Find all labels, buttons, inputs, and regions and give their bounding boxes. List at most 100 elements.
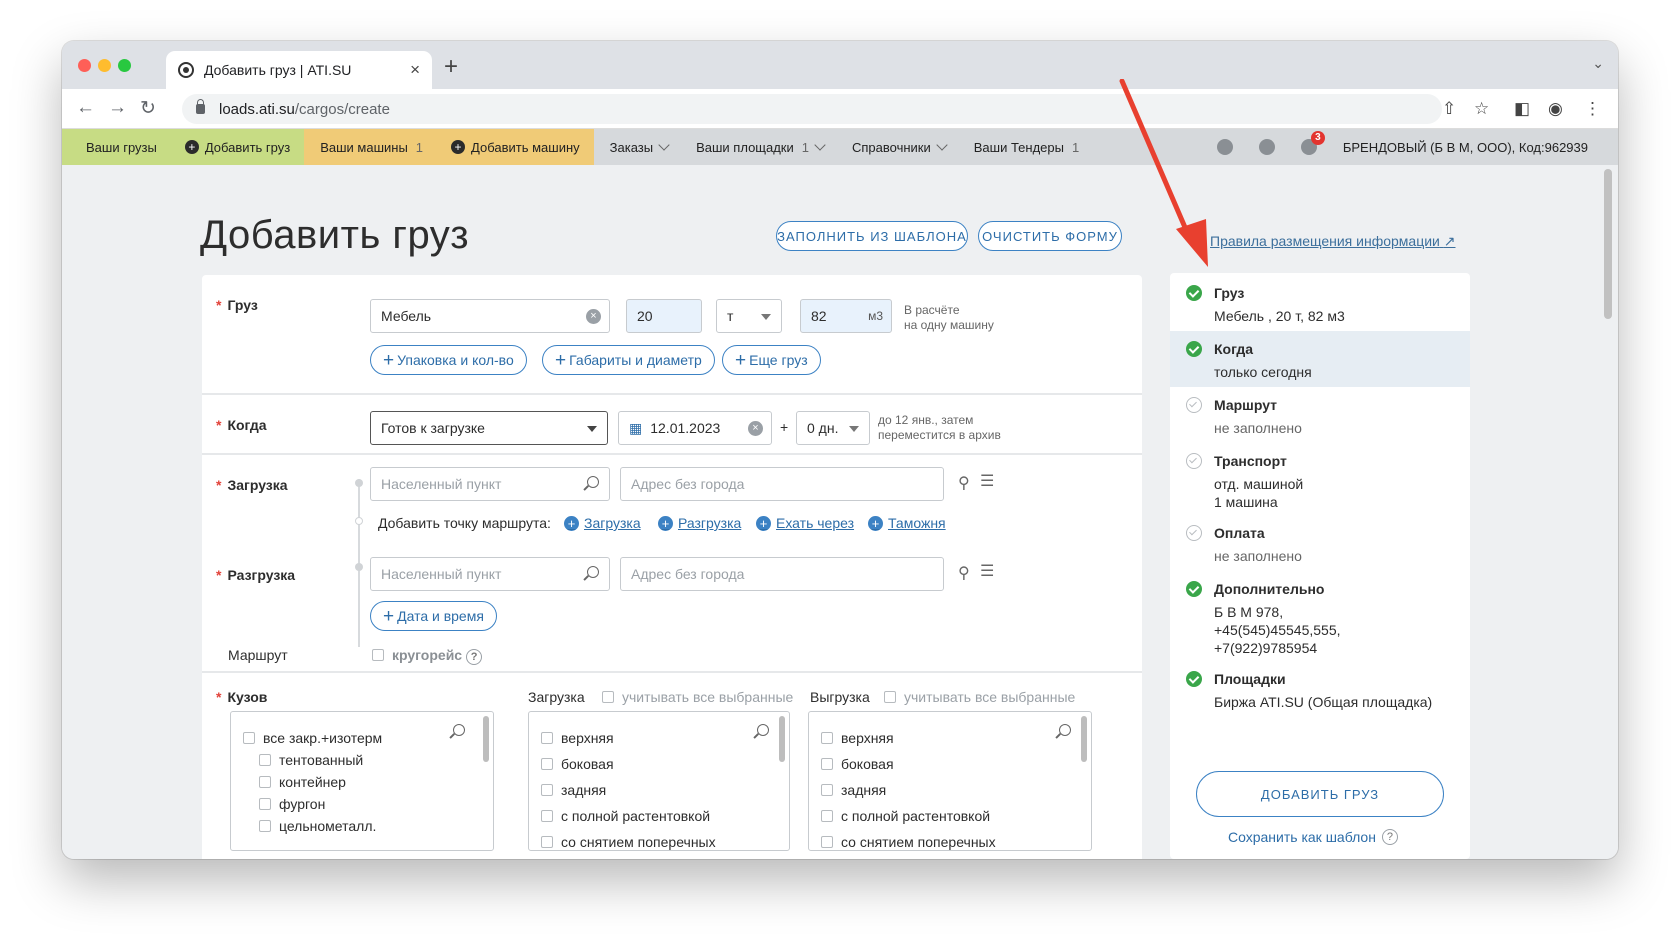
list-item[interactable]: все закр.+изотерм	[243, 730, 382, 746]
list-item[interactable]: тентованный	[259, 752, 363, 768]
tab-close-icon[interactable]: ×	[410, 60, 420, 80]
search-icon[interactable]	[1059, 724, 1071, 736]
list-scrollbar[interactable]	[779, 716, 785, 762]
fill-from-template-button[interactable]: ЗАПОЛНИТЬ ИЗ ШАБЛОНА	[776, 221, 968, 251]
list-item[interactable]: верхняя	[541, 730, 614, 746]
checkbox[interactable]	[821, 784, 833, 796]
checkbox[interactable]	[821, 810, 833, 822]
checkbox[interactable]	[259, 776, 271, 788]
share-icon[interactable]: ⇧	[1442, 99, 1456, 119]
loading-city-input[interactable]: Населенный пункт	[370, 467, 610, 501]
unload-type-list[interactable]: верхняя боковая задняя с полной растенто…	[808, 711, 1092, 851]
date-time-button[interactable]: + Дата и время	[370, 601, 497, 631]
loading-address-input[interactable]: Адрес без города	[620, 467, 944, 501]
cargo-name-input[interactable]: Мебель ×	[370, 299, 610, 333]
dimensions-button[interactable]: + Габариты и диаметр	[542, 345, 715, 375]
summary-item-additional[interactable]: Дополнительно Б В М 978, +45(545)45545,5…	[1170, 571, 1470, 661]
list-item[interactable]: с полной растентовкой	[541, 808, 710, 824]
list-item[interactable]: боковая	[541, 756, 614, 772]
checkbox[interactable]	[821, 758, 833, 770]
help-icon[interactable]: ?	[466, 649, 483, 665]
list-item[interactable]: фургон	[259, 796, 325, 812]
list-item[interactable]: цельнометалл.	[259, 818, 376, 834]
nav-your-cargos[interactable]: Ваши грузы	[62, 129, 171, 165]
help-icon[interactable]: ?	[1381, 829, 1398, 845]
clear-icon[interactable]: ×	[748, 421, 763, 436]
load-consider-all-checkbox[interactable]: учитывать все выбранные	[602, 689, 793, 705]
clear-icon[interactable]: ×	[586, 309, 601, 324]
map-pin-icon[interactable]: ⚲	[958, 563, 970, 583]
list-item[interactable]: контейнер	[259, 774, 346, 790]
list-icon[interactable]: ☰	[980, 561, 994, 581]
tab-search-chevron-icon[interactable]: ⌄	[1592, 55, 1604, 72]
chat-icon[interactable]	[1258, 139, 1275, 155]
menu-dots-icon[interactable]: ⋮	[1584, 99, 1601, 119]
checkbox[interactable]	[602, 691, 614, 703]
nav-add-truck[interactable]: + Добавить машину	[437, 129, 594, 165]
add-unloading-point-link[interactable]: + Разгрузка	[658, 515, 741, 531]
list-icon[interactable]: ☰	[980, 471, 994, 491]
weight-input[interactable]: 20	[626, 299, 702, 333]
checkbox[interactable]	[541, 758, 553, 770]
nav-directories[interactable]: Справочники	[838, 129, 960, 165]
volume-input[interactable]: 82 м3	[800, 299, 892, 333]
list-item[interactable]: задняя	[541, 782, 606, 798]
nav-orders[interactable]: Заказы	[594, 129, 682, 165]
list-scrollbar[interactable]	[483, 716, 489, 762]
checkbox[interactable]	[259, 798, 271, 810]
days-select[interactable]: 0 дн.	[796, 411, 870, 445]
load-type-list[interactable]: верхняя боковая задняя с полной растенто…	[528, 711, 790, 851]
add-loading-point-link[interactable]: + Загрузка	[564, 515, 641, 531]
checkbox[interactable]	[243, 732, 255, 744]
more-cargo-button[interactable]: + Еще груз	[722, 345, 821, 375]
clear-form-button[interactable]: ОЧИСТИТЬ ФОРМУ	[978, 221, 1122, 251]
summary-item-cargo[interactable]: Груз Мебель , 20 т, 82 м3	[1170, 273, 1470, 331]
nav-your-platforms[interactable]: Ваши площадки 1	[682, 129, 838, 165]
list-item[interactable]: со снятием поперечных	[541, 834, 716, 850]
list-item[interactable]: задняя	[821, 782, 886, 798]
nav-add-cargo[interactable]: + Добавить груз	[171, 129, 304, 165]
url-field[interactable]: loads.ati.su /cargos/create	[182, 94, 1442, 124]
add-via-point-link[interactable]: + Ехать через	[756, 515, 854, 531]
nav-your-tenders[interactable]: Ваши Тендеры 1	[960, 129, 1093, 165]
checkbox[interactable]	[541, 784, 553, 796]
list-scrollbar[interactable]	[1081, 716, 1087, 762]
notifications-icon[interactable]: 3	[1300, 131, 1325, 155]
body-type-list[interactable]: все закр.+изотерм тентованный контейнер …	[230, 711, 494, 851]
list-item[interactable]: боковая	[821, 756, 894, 772]
summary-item-transport[interactable]: Транспорт отд. машиной 1 машина	[1170, 443, 1470, 515]
list-item[interactable]: с полной растентовкой	[821, 808, 990, 824]
new-tab-button[interactable]: +	[444, 53, 458, 81]
save-as-template-link[interactable]: Сохранить как шаблон?	[1228, 829, 1398, 845]
checkbox[interactable]	[541, 732, 553, 744]
side-panel-icon[interactable]: ◧	[1514, 99, 1530, 119]
rules-link[interactable]: Правила размещения информации ↗	[1210, 233, 1456, 250]
add-cargo-button[interactable]: ДОБАВИТЬ ГРУЗ	[1196, 771, 1444, 817]
checkbox[interactable]	[541, 810, 553, 822]
summary-item-when[interactable]: Когда только сегодня	[1170, 331, 1470, 387]
search-icon[interactable]	[453, 724, 465, 736]
checkbox[interactable]	[541, 836, 553, 848]
list-item[interactable]: со снятием поперечных	[821, 834, 996, 850]
when-mode-select[interactable]: Готов к загрузке	[370, 411, 608, 445]
profile-icon[interactable]: ◉	[1548, 99, 1563, 119]
summary-item-payment[interactable]: Оплата не заполнено	[1170, 515, 1470, 571]
back-arrow-icon[interactable]: ←	[76, 97, 95, 119]
round-trip-checkbox[interactable]: кругорейс?	[372, 647, 483, 665]
close-window-icon[interactable]	[78, 59, 91, 72]
reload-icon[interactable]: ↻	[140, 97, 156, 120]
list-item[interactable]: верхняя	[821, 730, 894, 746]
summary-item-route[interactable]: Маршрут не заполнено	[1170, 387, 1470, 443]
checkbox[interactable]	[821, 732, 833, 744]
checkbox[interactable]	[821, 836, 833, 848]
checkbox[interactable]	[372, 649, 384, 661]
search-icon[interactable]	[757, 724, 769, 736]
packaging-button[interactable]: + Упаковка и кол-во	[370, 345, 527, 375]
add-customs-point-link[interactable]: + Таможня	[868, 515, 946, 531]
browser-tab[interactable]: Добавить груз | ATI.SU ×	[166, 51, 432, 89]
nav-your-trucks[interactable]: Ваши машины 1	[304, 129, 437, 165]
company-name[interactable]: БРЕНДОВЫЙ (Б В М, ООО), Код:962939	[1343, 140, 1588, 155]
summary-item-platforms[interactable]: Площадки Биржа ATI.SU (Общая площадка)	[1170, 661, 1470, 717]
unloading-address-input[interactable]: Адрес без города	[620, 557, 944, 591]
forward-arrow-icon[interactable]: →	[108, 97, 127, 119]
